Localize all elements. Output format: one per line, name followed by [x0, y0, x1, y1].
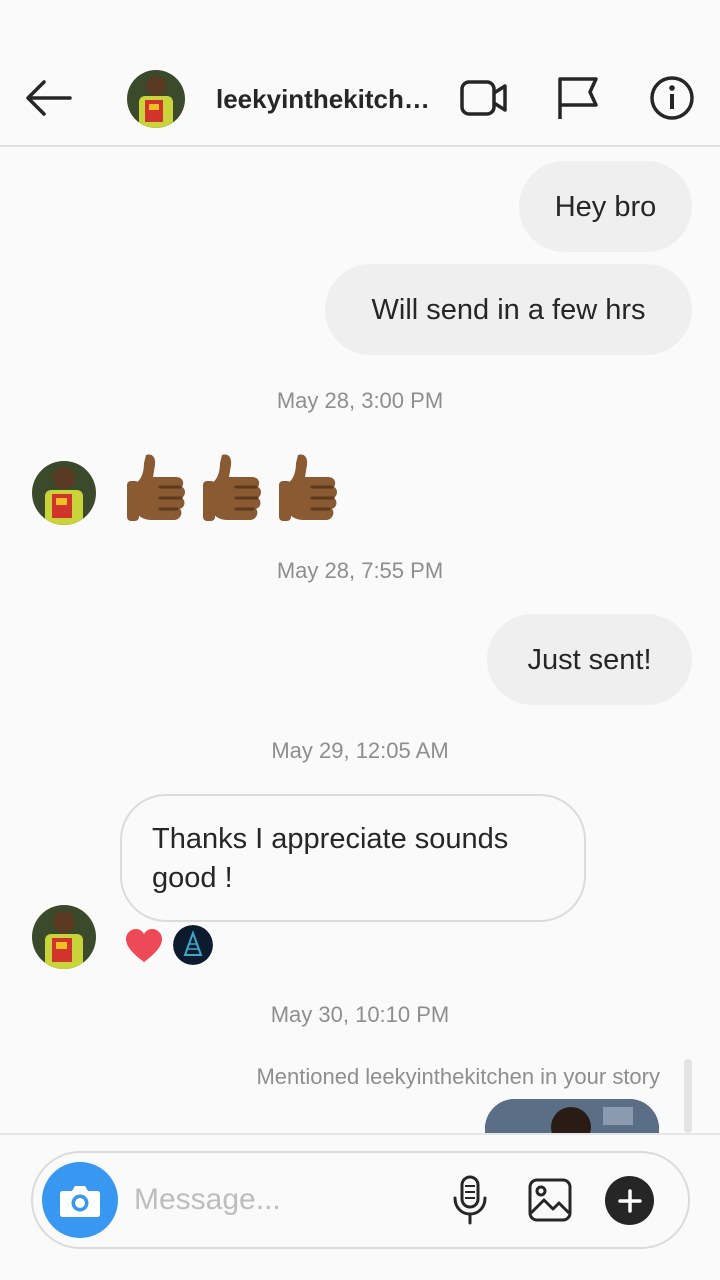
outgoing-message[interactable]: Just sent! — [487, 614, 692, 705]
message-timestamp: May 28, 3:00 PM — [276, 388, 444, 413]
flag-icon — [558, 77, 598, 119]
outgoing-message[interactable]: Will send in a few hrs — [325, 264, 692, 355]
thumbs-up-icon — [127, 454, 185, 521]
more-options-button[interactable] — [605, 1176, 654, 1225]
back-button[interactable] — [14, 70, 82, 126]
chat-header: leekyinthekitchen — [0, 48, 720, 147]
arrow-left-icon — [26, 80, 72, 116]
message-timestamp: May 29, 12:05 AM — [271, 738, 449, 763]
report-button[interactable] — [548, 70, 606, 126]
camera-button[interactable] — [42, 1162, 118, 1238]
plus-icon — [617, 1188, 642, 1213]
gallery-button[interactable] — [526, 1176, 574, 1224]
voice-message-button[interactable] — [448, 1172, 492, 1228]
reactor-avatar[interactable] — [173, 925, 213, 965]
microphone-icon — [453, 1175, 487, 1225]
incoming-emoji-message[interactable] — [124, 451, 340, 525]
info-icon — [650, 76, 694, 120]
sender-avatar[interactable] — [32, 905, 96, 969]
image-icon — [528, 1178, 572, 1222]
incoming-message[interactable]: Thanks I appreciate sounds good ! — [120, 794, 586, 922]
thumbs-up-icon — [203, 454, 261, 521]
info-button[interactable] — [644, 70, 700, 126]
video-camera-icon — [460, 80, 507, 116]
contact-username[interactable]: leekyinthekitchen — [216, 82, 434, 116]
message-input[interactable] — [134, 1178, 424, 1222]
message-timestamp: May 28, 7:55 PM — [276, 558, 444, 583]
sender-avatar[interactable] — [32, 461, 96, 525]
outgoing-message[interactable]: Hey bro — [519, 161, 692, 252]
thumbs-up-icon — [279, 454, 337, 521]
story-mention-note: Mentioned leekyinthekitchen in your stor… — [256, 1064, 660, 1089]
scrollbar[interactable] — [684, 1059, 692, 1133]
heart-reaction-icon[interactable] — [124, 928, 164, 969]
story-mention-thumbnail[interactable] — [485, 1099, 659, 1133]
status-bar — [0, 0, 720, 48]
contact-avatar[interactable] — [127, 70, 185, 128]
message-timestamp: May 30, 10:10 PM — [270, 1002, 450, 1027]
camera-icon — [60, 1186, 100, 1217]
message-thread[interactable]: Hey bro Will send in a few hrs May 28, 3… — [0, 149, 720, 1133]
video-call-button[interactable] — [452, 72, 516, 124]
